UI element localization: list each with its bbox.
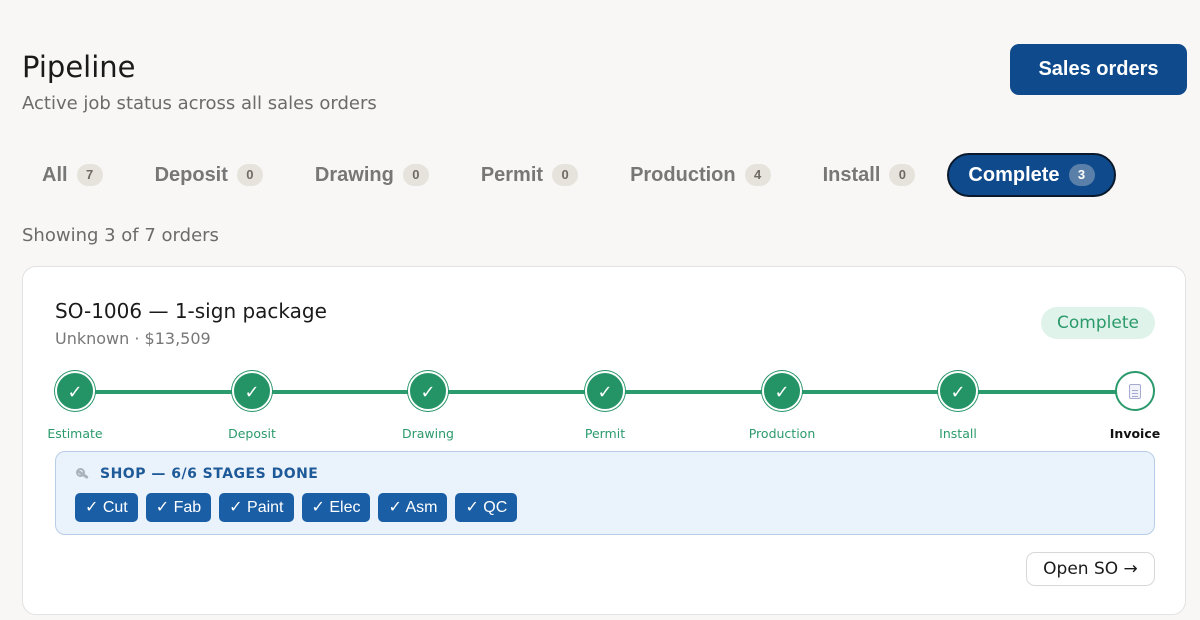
step-label: Install (939, 426, 977, 441)
order-card: SO-1006 — 1-sign package Unknown · $13,5… (22, 266, 1186, 615)
step-label: Deposit (228, 426, 276, 441)
shop-chip-fab: ✓ Fab (145, 493, 212, 522)
step-drawing: ✓ Drawing (373, 371, 483, 441)
tab-production[interactable]: Production 4 (610, 153, 791, 197)
check-icon: ✓ (232, 371, 272, 411)
tab-count-badge: 0 (889, 164, 916, 186)
shop-panel: SHOP — 6/6 STAGES DONE ✓ Cut ✓ Fab ✓ Pai… (55, 451, 1155, 535)
step-estimate: ✓ Estimate (20, 371, 130, 441)
document-icon (1129, 384, 1141, 399)
step-deposit: ✓ Deposit (197, 371, 307, 441)
tab-label: Drawing (314, 163, 394, 186)
results-count: Showing 3 of 7 orders (22, 225, 219, 246)
step-permit: ✓ Permit (550, 371, 660, 441)
tab-label: Deposit (154, 163, 228, 186)
shop-stage-chips: ✓ Cut ✓ Fab ✓ Paint ✓ Elec ✓ Asm ✓ QC (75, 493, 525, 522)
pipeline-progress: ✓ Estimate ✓ Deposit ✓ Drawing ✓ Permit … (47, 371, 1160, 441)
tab-complete[interactable]: Complete 3 (947, 153, 1116, 197)
tab-deposit[interactable]: Deposit 0 (135, 153, 283, 197)
tab-label: Permit (480, 163, 544, 186)
status-tabs: All 7 Deposit 0 Drawing 0 Permit 0 Productio… (22, 153, 1128, 197)
step-install: ✓ Install (903, 371, 1013, 441)
step-label: Invoice (1109, 426, 1161, 441)
shop-chip-qc: ✓ QC (455, 493, 518, 522)
tab-count-badge: 0 (236, 164, 263, 186)
tab-count-badge: 0 (402, 164, 429, 186)
tab-drawing[interactable]: Drawing 0 (295, 153, 449, 197)
tab-permit[interactable]: Permit 0 (461, 153, 598, 197)
tab-label: Production (630, 163, 736, 186)
step-label: Estimate (47, 426, 103, 441)
shop-header-text: SHOP — 6/6 STAGES DONE (100, 466, 319, 482)
step-label: Permit (584, 426, 626, 441)
order-subtitle: Unknown · $13,509 (55, 329, 211, 348)
tab-count-badge: 7 (76, 164, 103, 186)
step-invoice: Invoice (1080, 371, 1190, 441)
page-subtitle: Active job status across all sales order… (22, 93, 377, 114)
invoice-step-dot (1115, 371, 1155, 411)
open-so-button[interactable]: Open SO → (1026, 552, 1155, 586)
tab-install[interactable]: Install 0 (803, 153, 936, 197)
wrench-icon (76, 467, 90, 481)
check-icon: ✓ (938, 371, 978, 411)
shop-header: SHOP — 6/6 STAGES DONE (76, 466, 318, 482)
page-title: Pipeline (22, 50, 136, 84)
shop-chip-cut: ✓ Cut (75, 493, 138, 522)
shop-chip-paint: ✓ Paint (219, 493, 294, 522)
step-production: ✓ Production (727, 371, 837, 441)
tab-count-badge: 3 (1068, 164, 1095, 186)
check-icon: ✓ (762, 371, 802, 411)
step-label: Drawing (402, 426, 454, 441)
status-badge: Complete (1041, 307, 1155, 339)
shop-chip-elec: ✓ Elec (301, 493, 371, 522)
check-icon: ✓ (585, 371, 625, 411)
sales-orders-button[interactable]: Sales orders (1010, 44, 1187, 95)
tab-label: Install (822, 163, 881, 186)
check-icon: ✓ (55, 371, 95, 411)
shop-chip-asm: ✓ Asm (378, 493, 448, 522)
tab-label: Complete (968, 163, 1060, 186)
check-icon: ✓ (408, 371, 448, 411)
order-title: SO-1006 — 1-sign package (55, 299, 327, 323)
tab-label: All (42, 163, 68, 186)
tab-all[interactable]: All 7 (22, 153, 123, 197)
tab-count-badge: 0 (552, 164, 579, 186)
tab-count-badge: 4 (744, 164, 771, 186)
step-label: Production (748, 426, 816, 441)
